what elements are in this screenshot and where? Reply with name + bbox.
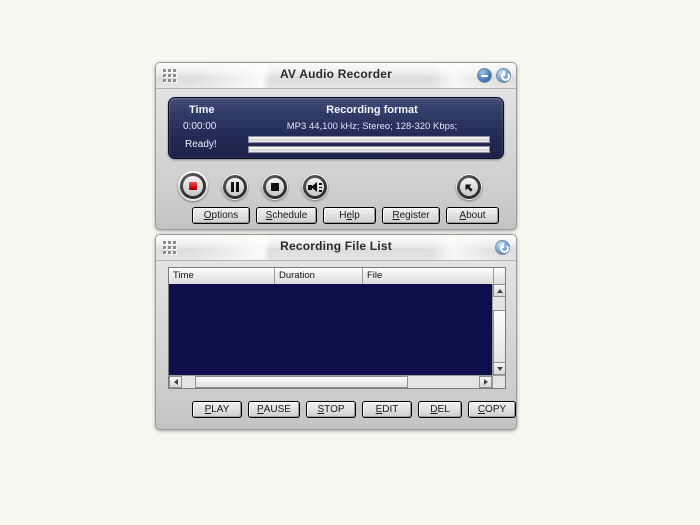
scroll-left-button[interactable] bbox=[169, 376, 182, 388]
accelerator-char: E bbox=[375, 404, 383, 415]
status-display: Time 0:00:00 Ready! Recording format MP3… bbox=[168, 97, 504, 159]
accelerator-char: S bbox=[265, 210, 273, 221]
window-title: AV Audio Recorder bbox=[279, 67, 393, 81]
file-list-body[interactable] bbox=[169, 284, 492, 375]
scrollbar-corner bbox=[492, 375, 505, 388]
action-button-edit[interactable]: E DIT bbox=[362, 401, 412, 418]
column-header-time[interactable]: Time bbox=[169, 268, 275, 284]
menu-button-help[interactable]: He lp bbox=[323, 207, 376, 224]
accelerator-char: D bbox=[430, 404, 438, 415]
accelerator-char: R bbox=[392, 210, 400, 221]
main-panel: AV Audio Recorder Time 0:00:00 Ready! Re… bbox=[155, 62, 517, 230]
level-meter-right bbox=[248, 146, 490, 153]
scroll-up-button[interactable] bbox=[493, 284, 505, 297]
time-label: Time bbox=[189, 104, 215, 116]
menu-button-about[interactable]: About bbox=[446, 207, 499, 224]
accelerator-char: P bbox=[257, 404, 264, 415]
scroll-down-button[interactable] bbox=[493, 362, 505, 375]
menu-button-register[interactable]: Register bbox=[382, 207, 440, 224]
recording-file-list-panel: Recording File List Time Duration File P LA… bbox=[155, 234, 517, 430]
action-button-stop[interactable]: S TOP bbox=[306, 401, 356, 418]
pause-button[interactable] bbox=[222, 174, 248, 200]
accelerator-char: P bbox=[204, 404, 212, 415]
level-meter-left bbox=[248, 136, 490, 143]
chevron-up-icon bbox=[496, 288, 503, 293]
menu-button-schedule[interactable]: Schedule bbox=[256, 207, 317, 224]
accelerator-char: A bbox=[459, 210, 467, 221]
status-text: Ready! bbox=[185, 139, 217, 150]
list-panel-title: Recording File List bbox=[280, 239, 392, 253]
accelerator-char: S bbox=[317, 404, 325, 415]
accelerator-char: C bbox=[477, 404, 486, 415]
chevron-down-icon bbox=[496, 366, 503, 371]
action-button-del[interactable]: D EL bbox=[418, 401, 462, 418]
chevron-right-icon bbox=[483, 379, 488, 385]
format-label: Recording format bbox=[326, 104, 418, 116]
horizontal-scrollbar[interactable] bbox=[169, 375, 492, 388]
scroll-right-button[interactable] bbox=[479, 376, 492, 388]
horizontal-scroll-thumb[interactable] bbox=[194, 376, 409, 388]
accelerator-char: O bbox=[203, 210, 212, 221]
stop-button[interactable] bbox=[262, 174, 288, 200]
column-header-duration[interactable]: Duration bbox=[275, 268, 363, 284]
file-list[interactable]: Time Duration File bbox=[168, 267, 506, 389]
file-list-header: Time Duration File bbox=[169, 268, 505, 285]
chevron-left-icon bbox=[173, 379, 178, 385]
minimize-icon[interactable] bbox=[477, 68, 492, 83]
action-button-pause[interactable]: P AUSE bbox=[248, 401, 300, 418]
format-value: MP3 44,100 kHz; Stereo; 128-320 Kbps; bbox=[286, 121, 458, 132]
volume-button[interactable] bbox=[302, 174, 328, 200]
menu-button-options[interactable]: Options bbox=[192, 207, 250, 224]
vertical-scrollbar[interactable] bbox=[492, 284, 505, 376]
record-button[interactable] bbox=[178, 171, 208, 201]
collapse-button[interactable] bbox=[456, 174, 482, 200]
action-button-copy[interactable]: C OPY bbox=[468, 401, 516, 418]
time-value: 0:00:00 bbox=[183, 121, 217, 132]
power-icon[interactable] bbox=[495, 240, 510, 255]
power-icon[interactable] bbox=[496, 68, 511, 83]
column-header-file[interactable]: File bbox=[363, 268, 494, 284]
av-audio-recorder-window: AV Audio Recorder Time 0:00:00 Ready! Re… bbox=[155, 62, 517, 430]
main-titlebar[interactable]: AV Audio Recorder bbox=[156, 63, 516, 89]
list-titlebar[interactable]: Recording File List bbox=[156, 235, 516, 261]
accelerator-char: e bbox=[346, 210, 352, 221]
action-button-play[interactable]: P LAY bbox=[192, 401, 242, 418]
